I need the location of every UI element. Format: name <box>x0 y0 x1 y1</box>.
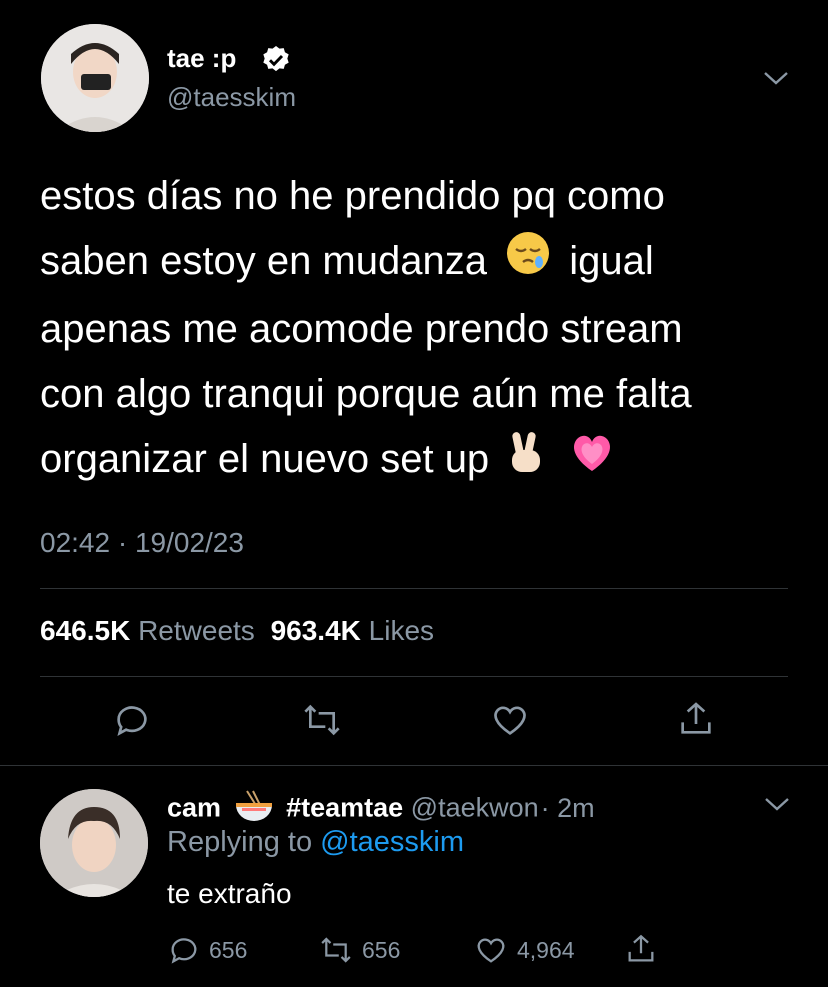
share-icon <box>681 702 711 734</box>
share-icon <box>628 934 654 962</box>
retweet-button[interactable] <box>300 700 344 745</box>
tweet-line: estos días no he prendido pq como <box>40 174 665 218</box>
like-count: 4,964 <box>517 936 575 963</box>
tweet-line: organizar el nuevo set up <box>40 427 810 495</box>
sparkling-heart-emoji-icon <box>569 429 615 494</box>
retweets-label[interactable]: Retweets <box>138 615 255 646</box>
reply-button[interactable] <box>112 700 152 745</box>
divider <box>40 676 788 677</box>
replying-to: Replying to @taesskim <box>167 826 464 859</box>
reply-hashtag[interactable]: #teamtae <box>286 793 403 823</box>
likes-label[interactable]: Likes <box>369 615 434 646</box>
reply-time[interactable]: · 2m <box>541 793 595 823</box>
reply-retweet-button[interactable]: 656 <box>318 933 400 967</box>
likes-count[interactable]: 963.4K <box>271 615 361 646</box>
tweet-text-fragment: organizar el nuevo set up <box>40 437 490 482</box>
reply-reply-button[interactable]: 656 <box>167 933 247 967</box>
retweet-icon <box>304 704 340 736</box>
author-handle[interactable]: @taesskim <box>167 82 296 113</box>
replying-to-mention[interactable]: @taesskim <box>320 826 464 858</box>
tweet-line: apenas me acomode prendo stream <box>40 307 683 352</box>
reply-text: te extraño <box>167 878 292 909</box>
retweet-count: 656 <box>362 936 401 963</box>
reply-author-avatar[interactable] <box>40 789 148 897</box>
heart-icon <box>477 938 505 963</box>
author-name[interactable]: tae :p <box>167 43 236 74</box>
reply-author-name[interactable]: cam <box>167 793 221 823</box>
tweet-timestamp[interactable]: 02:42 · 19/02/23 <box>40 527 244 559</box>
reply-author-handle[interactable]: @taekwon <box>411 793 539 823</box>
tweet-text-fragment: igual <box>569 239 654 283</box>
tweet-body: estos días no he prendido pq como saben … <box>40 164 810 496</box>
like-button[interactable] <box>489 700 531 745</box>
chevron-down-icon[interactable] <box>762 68 790 93</box>
divider <box>40 588 788 589</box>
noodle-bowl-emoji-icon <box>233 789 275 830</box>
reply-count: 656 <box>209 936 248 963</box>
reply-icon <box>117 706 147 736</box>
chevron-down-icon[interactable] <box>763 794 791 819</box>
replying-to-prefix: Replying to <box>167 826 313 858</box>
verified-badge-icon <box>260 44 292 81</box>
sleepy-face-emoji-icon <box>504 229 552 297</box>
retweets-count[interactable]: 646.5K <box>40 615 130 646</box>
tweet-text-fragment: saben estoy en mudanza <box>40 239 487 283</box>
reply-like-button[interactable]: 4,964 <box>473 933 575 967</box>
reply-header: cam #teamtae @taekwon· 2m <box>167 789 595 830</box>
victory-hand-emoji-icon <box>506 428 546 496</box>
section-divider <box>0 765 828 766</box>
tweet-line: saben estoy en mudanza igual <box>40 229 810 297</box>
author-avatar[interactable] <box>41 24 149 132</box>
share-button[interactable] <box>676 698 716 745</box>
tweet-line: con algo tranqui porque aún me falta <box>40 372 692 417</box>
heart-icon <box>494 706 526 735</box>
tweet-stats: 646.5K Retweets 963.4K Likes <box>40 615 434 647</box>
retweet-icon <box>321 937 351 963</box>
reply-share-button[interactable] <box>624 931 658 967</box>
reply-icon <box>171 938 197 964</box>
